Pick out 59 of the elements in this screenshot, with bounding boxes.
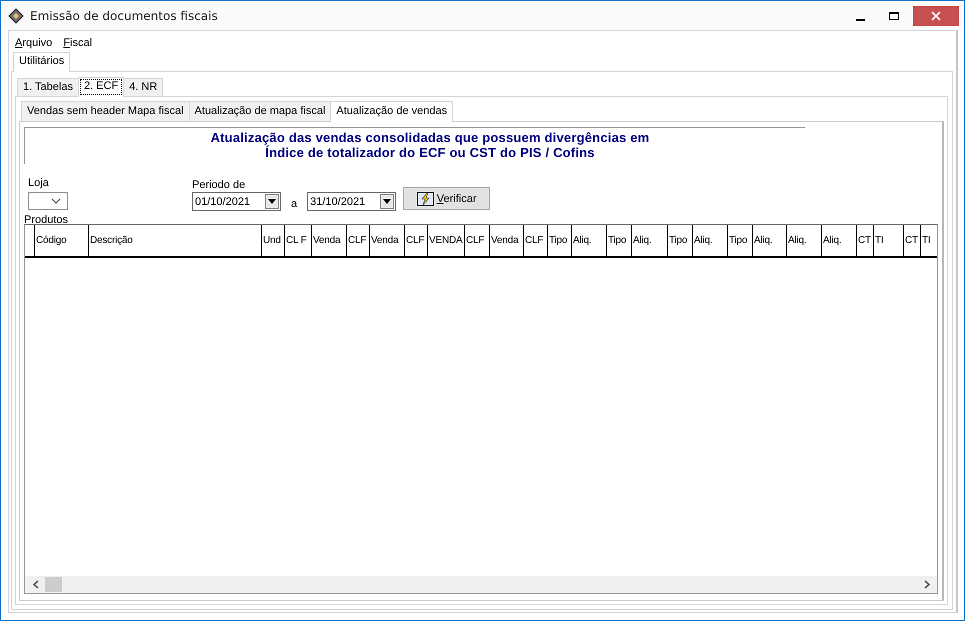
chevron-down-icon [51, 198, 61, 204]
field-label: Periodo de [192, 179, 246, 192]
column-header[interactable]: Aliq. [822, 225, 857, 256]
tab[interactable]: 1. Tabelas [17, 78, 79, 96]
column-header[interactable]: CLF [524, 225, 548, 256]
column-header[interactable]: Código [35, 225, 89, 256]
app-icon [8, 8, 24, 24]
tab[interactable]: Vendas sem header Mapa fiscal [21, 101, 190, 121]
column-header[interactable]: TI [921, 225, 937, 256]
column-header[interactable]: Aliq. [753, 225, 787, 256]
range-separator: a [291, 196, 298, 210]
column-header[interactable]: CLF [347, 225, 370, 256]
tab[interactable]: Atualização de vendas [330, 101, 454, 122]
column-header[interactable]: Aliq. [693, 225, 728, 256]
caret-down-icon [268, 199, 276, 204]
column-header[interactable]: Descrição [89, 225, 262, 256]
heading-text: Atualização das vendas consolidadas que possuem divergências em [210, 130, 650, 145]
column-header[interactable]: CT [904, 225, 921, 256]
column-header[interactable]: VENDA [428, 225, 465, 256]
heading-text: Índice de totalizador do ECF ou CST do PIS / Cofins [265, 145, 595, 160]
date-picker[interactable]: 01/10/2021 [192, 192, 281, 211]
tab[interactable]: 2. ECF [78, 77, 124, 97]
menu-item[interactable]: Arquivo [15, 37, 52, 51]
menu-item[interactable]: Fiscal [63, 37, 92, 51]
column-header[interactable]: Tipo [668, 225, 693, 256]
column-header[interactable]: TI [874, 225, 904, 256]
column-header[interactable]: Venda [370, 225, 405, 256]
horizontal-scrollbar[interactable] [25, 576, 937, 593]
column-header[interactable]: Tipo [548, 225, 572, 256]
column-header[interactable]: Aliq. [632, 225, 668, 256]
scroll-right-icon[interactable] [923, 580, 931, 589]
store-dropdown[interactable] [28, 192, 68, 210]
column-header[interactable]: CT [857, 225, 874, 256]
close-icon [931, 10, 941, 20]
column-header[interactable]: CLF [465, 225, 490, 256]
scroll-left-icon[interactable] [32, 580, 40, 589]
column-header[interactable]: CL F [285, 225, 312, 256]
verify-button[interactable]: Verificar [403, 187, 490, 210]
minimize-icon [856, 18, 864, 20]
close-button[interactable] [913, 6, 959, 26]
grid-label: Produtos [24, 215, 70, 224]
lightning-icon [416, 192, 434, 206]
column-header[interactable]: Aliq. [787, 225, 822, 256]
date-picker[interactable]: 31/10/2021 [307, 192, 396, 211]
window-title: Emissão de documentos fiscais [30, 8, 218, 22]
maximize-icon [889, 10, 899, 20]
caret-down-icon [383, 199, 392, 204]
column-header[interactable]: Tipo [607, 225, 632, 256]
column-header[interactable]: Und [262, 225, 285, 256]
column-header[interactable]: Tipo [728, 225, 753, 256]
tab[interactable]: Atualização de mapa fiscal [188, 101, 332, 121]
tab[interactable]: Utilitários [13, 52, 70, 72]
column-header[interactable]: Venda [490, 225, 524, 256]
column-header[interactable]: Aliq. [572, 225, 607, 256]
tab[interactable]: 4. NR [123, 78, 164, 96]
scroll-thumb[interactable] [45, 577, 62, 592]
field-label: Loja [28, 177, 50, 190]
column-header[interactable]: CLF [405, 225, 428, 256]
column-header[interactable]: Venda [312, 225, 347, 256]
